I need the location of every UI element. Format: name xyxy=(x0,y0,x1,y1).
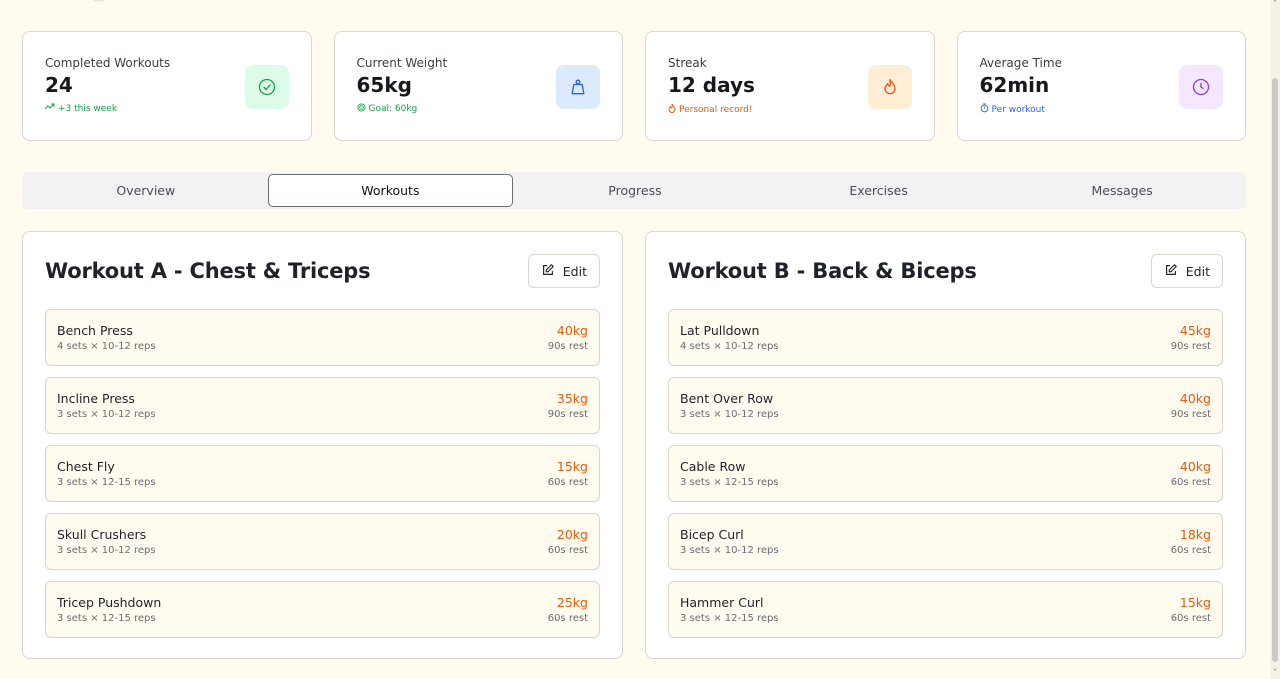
exercise-name: Bent Over Row xyxy=(680,391,774,406)
edit-label: Edit xyxy=(1185,263,1210,279)
exercise-item[interactable]: Hammer Curl 3 sets × 12-15 reps 15kg 60s r… xyxy=(668,581,1223,638)
exercise-item[interactable]: Skull Crushers 3 sets × 10-12 reps 20kg 60… xyxy=(45,513,600,570)
exercise-sets: 4 sets × 10-12 reps xyxy=(680,341,779,352)
panel-header: Workout A - Chest & Triceps Edit xyxy=(45,254,600,288)
exercise-name: Skull Crushers xyxy=(57,527,147,542)
edit-icon xyxy=(541,263,555,280)
workout-title: Workout A - Chest & Triceps xyxy=(45,259,371,283)
exercise-item[interactable]: Bench Press 4 sets × 10-12 reps 40kg 90s r… xyxy=(45,309,600,366)
exercise-weight: 40kg xyxy=(1179,391,1211,406)
exercise-weight: 15kg xyxy=(556,459,588,474)
exercise-rest: 90s rest xyxy=(547,341,588,352)
workout-title: Workout B - Back & Biceps xyxy=(668,259,977,283)
exercise-name: Incline Press xyxy=(57,391,135,406)
workout-panel-a: Workout A - Chest & Triceps Edit Bench P… xyxy=(22,231,623,659)
exercise-sets: 3 sets × 12-15 reps xyxy=(57,477,156,488)
exercise-rest: 60s rest xyxy=(547,545,588,556)
exercise-rest: 90s rest xyxy=(1170,409,1211,420)
weight-icon xyxy=(556,65,600,109)
flame-icon xyxy=(668,103,676,116)
exercise-name: Cable Row xyxy=(680,459,746,474)
exercise-weight: 25kg xyxy=(556,595,588,610)
exercise-list: Bench Press 4 sets × 10-12 reps 40kg 90s r… xyxy=(45,309,600,638)
stat-card-completed-workouts: Completed Workouts 24 +3 this week xyxy=(22,31,312,141)
exercise-sets: 3 sets × 12-15 reps xyxy=(680,477,779,488)
edit-icon xyxy=(1164,263,1178,280)
clock-icon xyxy=(1179,65,1223,109)
exercise-rest: 90s rest xyxy=(547,409,588,420)
avatar[interactable] xyxy=(88,0,110,2)
stats-row: Completed Workouts 24 +3 this week Curre… xyxy=(22,31,1246,141)
exercise-list: Lat Pulldown 4 sets × 10-12 reps 45kg 90s … xyxy=(668,309,1223,638)
exercise-sets: 3 sets × 10-12 reps xyxy=(57,409,156,420)
tab-exercises[interactable]: Exercises xyxy=(757,174,1001,207)
trending-up-icon xyxy=(44,103,55,114)
exercise-name: Lat Pulldown xyxy=(680,323,760,338)
exercise-name: Bicep Curl xyxy=(680,527,744,542)
scrollbar[interactable]: ˆ ˇ xyxy=(1270,0,1280,679)
timer-icon xyxy=(980,103,989,116)
exercise-item[interactable]: Lat Pulldown 4 sets × 10-12 reps 45kg 90s … xyxy=(668,309,1223,366)
stat-sub-label: +3 this week xyxy=(58,103,118,114)
exercise-rest: 60s rest xyxy=(1170,545,1211,556)
exercise-rest: 60s rest xyxy=(547,477,588,488)
exercise-item[interactable]: Bicep Curl 3 sets × 10-12 reps 18kg 60s re… xyxy=(668,513,1223,570)
exercise-rest: 60s rest xyxy=(547,613,588,624)
edit-button[interactable]: Edit xyxy=(527,254,600,288)
exercise-weight: 15kg xyxy=(1179,595,1211,610)
exercise-item[interactable]: Cable Row 3 sets × 12-15 reps 40kg 60s res… xyxy=(668,445,1223,502)
exercise-weight: 18kg xyxy=(1179,527,1211,542)
stat-sub-label: Per workout xyxy=(991,104,1045,115)
workout-panels: Workout A - Chest & Triceps Edit Bench P… xyxy=(22,231,1246,659)
exercise-weight: 20kg xyxy=(556,527,588,542)
exercise-name: Chest Fly xyxy=(57,459,115,474)
exercise-item[interactable]: Incline Press 3 sets × 10-12 reps 35kg 90s… xyxy=(45,377,600,434)
tab-progress[interactable]: Progress xyxy=(513,174,757,207)
target-icon xyxy=(356,103,366,115)
stat-card-streak: Streak 12 days Personal record! xyxy=(645,31,935,141)
exercise-name: Hammer Curl xyxy=(680,595,764,610)
tab-bar: Overview Workouts Progress Exercises Mes… xyxy=(22,172,1246,209)
tab-workouts[interactable]: Workouts xyxy=(267,174,514,207)
exercise-weight: 40kg xyxy=(1179,459,1211,474)
exercise-name: Tricep Pushdown xyxy=(57,595,162,610)
exercise-sets: 3 sets × 10-12 reps xyxy=(57,545,156,556)
exercise-rest: 60s rest xyxy=(1170,477,1211,488)
tab-messages[interactable]: Messages xyxy=(1000,174,1244,207)
flame-icon xyxy=(867,65,912,109)
scroll-thumb[interactable] xyxy=(1272,78,1278,662)
exercise-item[interactable]: Chest Fly 3 sets × 12-15 reps 15kg 60s res… xyxy=(45,445,600,502)
exercise-rest: 60s rest xyxy=(1170,613,1211,624)
exercise-sets: 4 sets × 10-12 reps xyxy=(57,341,156,352)
tab-overview[interactable]: Overview xyxy=(24,174,268,207)
exercise-sets: 3 sets × 12-15 reps xyxy=(57,613,156,624)
stat-sub-label: Personal record! xyxy=(679,104,753,115)
exercise-weight: 40kg xyxy=(556,323,588,338)
exercise-sets: 3 sets × 10-12 reps xyxy=(680,409,779,420)
stat-sub-label: Goal: 60kg xyxy=(368,104,418,114)
exercise-name: Bench Press xyxy=(57,323,133,338)
stat-card-current-weight: Current Weight 65kg Goal: 60kg xyxy=(333,31,623,141)
workout-panel-b: Workout B - Back & Biceps Edit Lat Pulld… xyxy=(645,231,1246,659)
exercise-item[interactable]: Bent Over Row 3 sets × 10-12 reps 40kg 90s… xyxy=(668,377,1223,434)
exercise-weight: 45kg xyxy=(1179,323,1211,338)
scroll-up-icon[interactable]: ˆ xyxy=(1271,0,1279,10)
panel-header: Workout B - Back & Biceps Edit xyxy=(668,254,1223,288)
exercise-item[interactable]: Tricep Pushdown 3 sets × 12-15 reps 25kg 6… xyxy=(45,581,600,638)
edit-label: Edit xyxy=(562,263,587,279)
stat-card-average-time: Average Time 62min Per workout xyxy=(956,31,1246,141)
exercise-sets: 3 sets × 10-12 reps xyxy=(680,545,779,556)
edit-button[interactable]: Edit xyxy=(1150,254,1223,288)
exercise-sets: 3 sets × 12-15 reps xyxy=(680,613,779,624)
check-circle-icon xyxy=(244,65,289,109)
exercise-rest: 90s rest xyxy=(1170,341,1211,352)
exercise-weight: 35kg xyxy=(556,391,588,406)
scroll-down-icon[interactable]: ˇ xyxy=(1271,669,1279,679)
